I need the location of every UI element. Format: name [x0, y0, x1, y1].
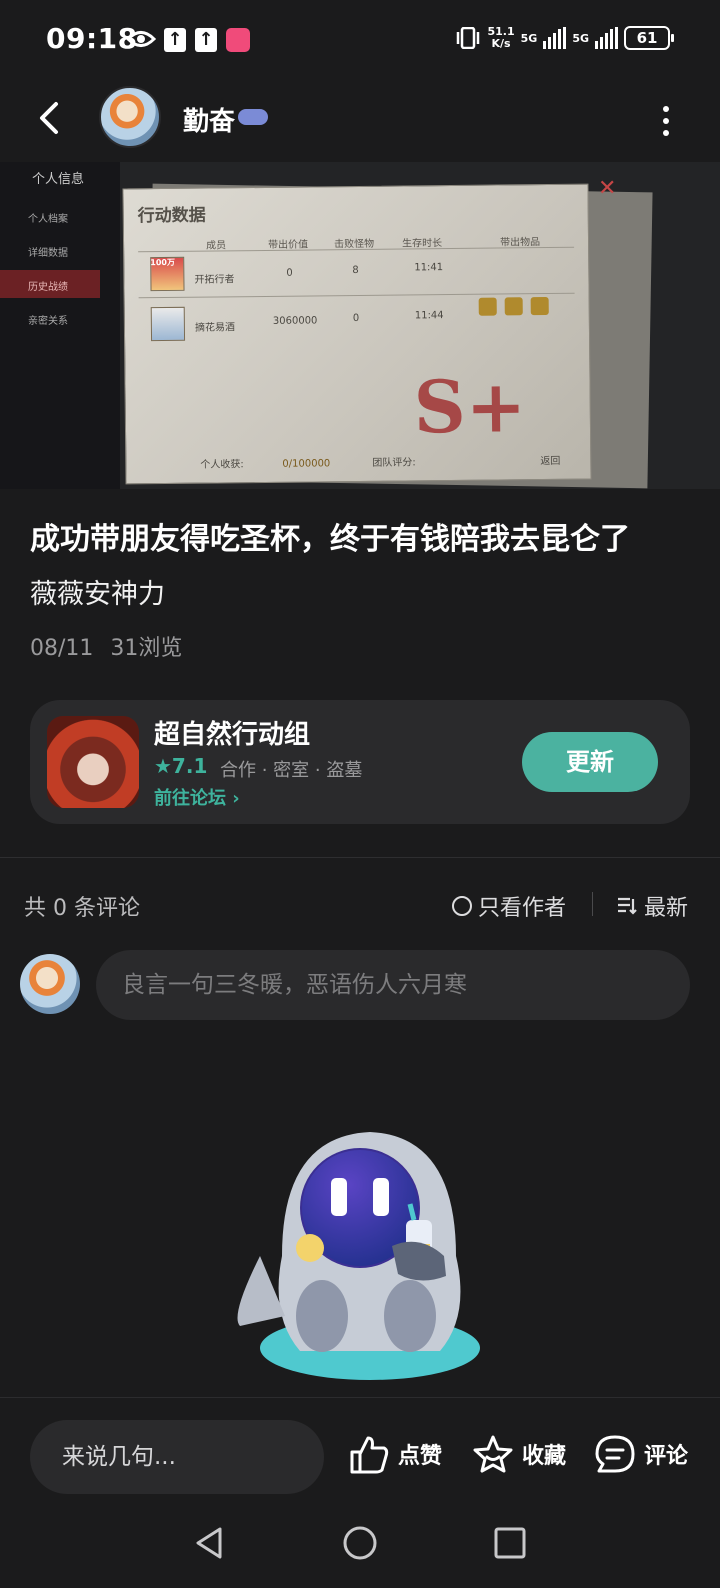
- post-header: 勤奋: [0, 80, 720, 162]
- nav-recents-icon[interactable]: [490, 1523, 530, 1563]
- image-side-item: 个人档案: [28, 214, 68, 225]
- thumbs-up-icon[interactable]: [348, 1434, 390, 1474]
- author-level-badge: [238, 109, 268, 125]
- image-cell: 11:44: [414, 310, 444, 322]
- vibrate-icon: [457, 27, 480, 49]
- image-grade-mark: S+: [413, 363, 527, 450]
- post-date: 08/11: [30, 636, 94, 661]
- author-avatar[interactable]: [99, 86, 161, 148]
- battery-icon: 61: [624, 26, 674, 50]
- sort-icon[interactable]: [616, 896, 638, 916]
- status-right: 51.1 K/s 5G 5G 61: [455, 25, 674, 50]
- image-col-header: 成员: [206, 240, 227, 252]
- eye-icon: [126, 31, 156, 47]
- forum-link[interactable]: 前往论坛 ›: [154, 784, 240, 810]
- author-name[interactable]: 勤奋: [183, 101, 235, 138]
- image-item-icon: [504, 297, 523, 316]
- comment-button[interactable]: 评论: [594, 1434, 688, 1474]
- image-close-icon: ✕: [598, 176, 617, 201]
- image-cell: 3060000: [272, 315, 318, 327]
- game-icon[interactable]: [47, 716, 139, 808]
- app-notification-icon: [226, 28, 250, 52]
- comment-icon[interactable]: [594, 1434, 636, 1474]
- post-body: 薇薇安神力: [30, 579, 165, 610]
- image-member-avatar: [150, 306, 186, 342]
- update-button[interactable]: 更新: [522, 732, 658, 792]
- nav-back-icon[interactable]: [190, 1523, 230, 1563]
- sort-toggle[interactable]: 最新: [616, 890, 688, 922]
- image-cell: 摘花易酒: [194, 322, 235, 334]
- favorite-button[interactable]: 收藏: [472, 1434, 566, 1474]
- sort-label[interactable]: 最新: [644, 890, 688, 922]
- image-cell: 开拓行者: [194, 274, 235, 286]
- back-icon[interactable]: [30, 98, 70, 138]
- game-tags: 合作 · 密室 · 盗墓: [220, 760, 363, 781]
- user-avatar: [20, 954, 80, 1014]
- image-sidebar: 个人信息 个人档案 详细数据 历史战绩 亲密关系: [0, 162, 120, 489]
- image-paper: 行动数据 成员 带出价值 击败怪物 生存时长 带出物品 100万 开拓行者 0 …: [122, 183, 592, 485]
- comment-label[interactable]: 评论: [644, 1438, 688, 1470]
- image-side-item: 亲密关系: [28, 316, 68, 327]
- author-only-toggle[interactable]: 只看作者: [452, 890, 566, 922]
- image-item-icon: [530, 296, 549, 316]
- image-back-label: 个人信息: [32, 172, 85, 187]
- status-bar: 09:18 ↑ ↑ 51.1 K/s 5G 5G 61: [0, 0, 720, 80]
- game-card[interactable]: 超自然行动组 ★7.1 合作 · 密室 · 盗墓 前往论坛 › 更新: [30, 700, 690, 824]
- say-something-input[interactable]: 来说几句...: [30, 1420, 324, 1494]
- radio-icon[interactable]: [452, 896, 472, 916]
- empty-state-mascot-icon: [237, 1132, 480, 1380]
- comment-input[interactable]: 良言一句三冬暖，恶语伤人六月寒: [96, 950, 690, 1020]
- image-cell: 0: [352, 312, 360, 325]
- game-name[interactable]: 超自然行动组: [154, 714, 310, 751]
- post-title: 成功带朋友得吃圣杯，终于有钱陪我去昆仑了: [30, 522, 630, 557]
- favorite-label[interactable]: 收藏: [522, 1438, 566, 1470]
- network-type-2: 5G: [572, 31, 589, 45]
- upload-icon: ↑: [164, 28, 186, 52]
- net-speed: 51.1 K/s: [487, 25, 515, 50]
- post-meta: 08/11 31浏览: [30, 630, 182, 662]
- section-divider: [0, 857, 720, 858]
- image-side-item: 历史战绩: [28, 282, 68, 293]
- image-income-label: 个人收获:: [200, 459, 244, 471]
- bottom-action-bar: 来说几句... 点赞 收藏 评论: [0, 1397, 720, 1499]
- signal-icon: [595, 27, 618, 49]
- network-type-1: 5G: [520, 31, 538, 45]
- like-label[interactable]: 点赞: [398, 1438, 442, 1470]
- post-views: 31浏览: [110, 636, 183, 661]
- comment-count: 共 0 条评论: [24, 896, 140, 921]
- image-cell: 11:41: [414, 262, 444, 274]
- system-nav-bar: [0, 1499, 720, 1588]
- image-item-icon: [478, 297, 497, 316]
- game-rating: ★7.1: [154, 754, 208, 778]
- image-income-value: 0/100000: [282, 458, 331, 470]
- star-icon[interactable]: [472, 1434, 514, 1474]
- image-return-label: 返回: [540, 455, 561, 468]
- image-team-label: 团队评分:: [372, 457, 416, 469]
- image-cell: 8: [352, 264, 359, 277]
- nav-home-icon[interactable]: [340, 1523, 380, 1563]
- image-badge: 100万: [150, 257, 175, 268]
- divider: [592, 892, 593, 916]
- post-image[interactable]: 个人信息 个人档案 详细数据 历史战绩 亲密关系 行动数据 成员 带出价值 击败…: [0, 162, 720, 489]
- like-button[interactable]: 点赞: [348, 1434, 442, 1474]
- image-cell: 0: [286, 267, 293, 279]
- more-icon[interactable]: [660, 106, 672, 136]
- image-side-item: 详细数据: [28, 248, 68, 259]
- image-panel-title: 行动数据: [137, 205, 206, 227]
- signal-icon: [543, 27, 567, 49]
- author-only-label[interactable]: 只看作者: [478, 890, 566, 922]
- status-time: 09:18: [46, 22, 138, 55]
- upload-icon: ↑: [195, 28, 217, 52]
